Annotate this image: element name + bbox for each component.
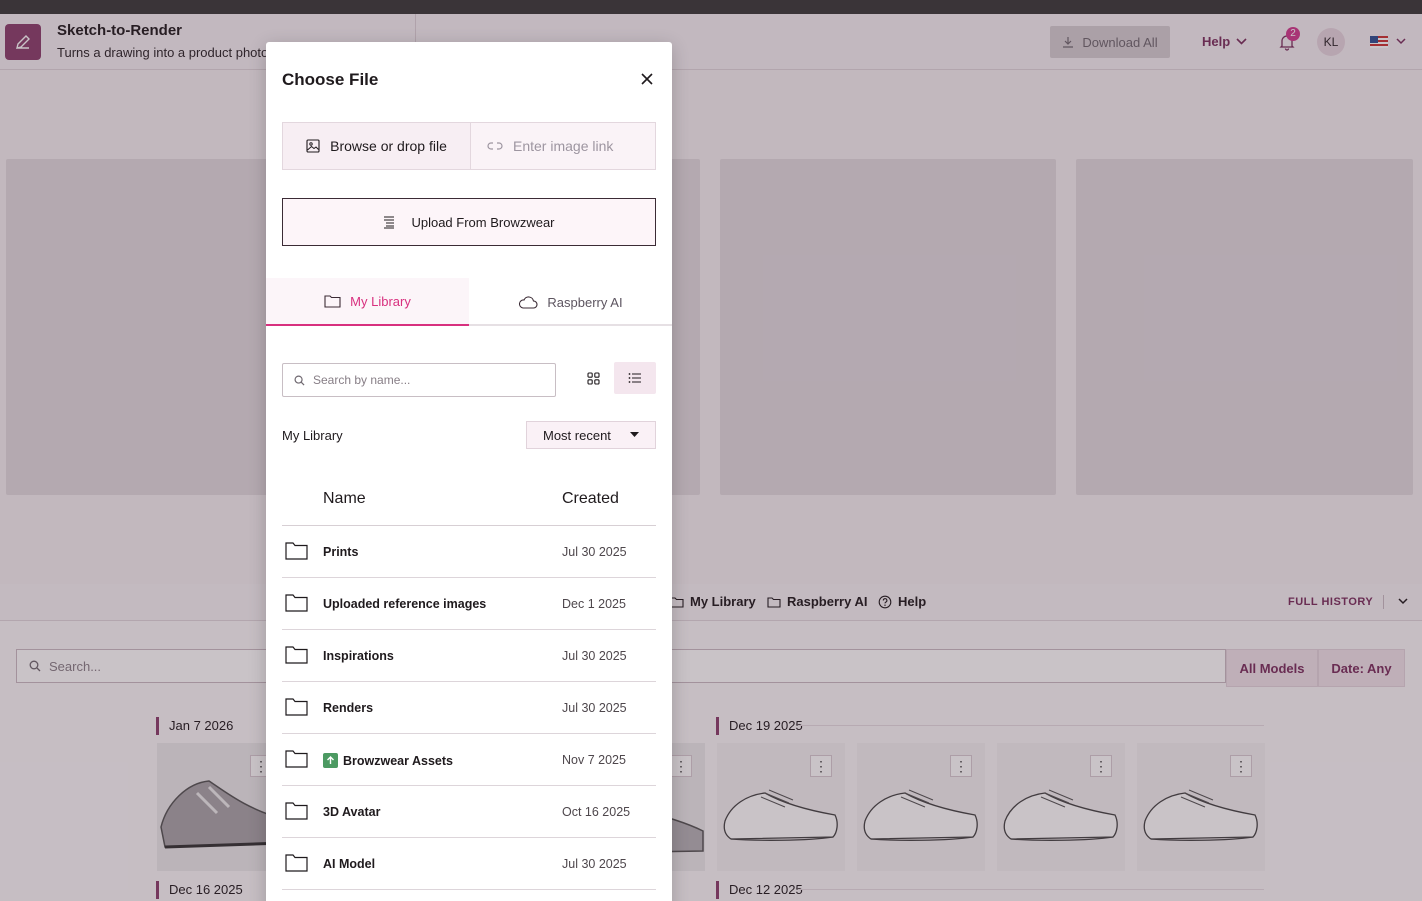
library-search-placeholder: Search by name...	[313, 373, 411, 387]
row-created: Jul 30 2025	[562, 857, 627, 871]
folder-icon	[285, 698, 308, 716]
dialog-title: Choose File	[282, 70, 379, 89]
browzwear-sync-icon	[323, 753, 338, 768]
row-name: Uploaded reference images	[323, 597, 487, 611]
library-heading: My Library	[282, 428, 343, 443]
image-link-placeholder: Enter image link	[513, 138, 614, 154]
row-created: Jul 30 2025	[562, 701, 627, 715]
row-created: Nov 7 2025	[562, 753, 626, 767]
library-tabs: My Library Raspberry AI	[266, 278, 672, 326]
table-row[interactable]: Browzwear Assets Nov 7 2025	[282, 734, 656, 786]
table-row[interactable]: Renders Jul 30 2025	[282, 682, 656, 734]
row-created: Dec 1 2025	[562, 597, 626, 611]
sort-label: Most recent	[543, 427, 611, 443]
folder-icon	[285, 594, 308, 612]
sort-dropdown[interactable]: Most recent	[526, 421, 656, 449]
table-row[interactable]: Inspirations Jul 30 2025	[282, 630, 656, 682]
image-icon	[306, 139, 320, 153]
row-name: AI Model	[323, 857, 376, 871]
row-name: 3D Avatar	[323, 805, 381, 819]
list-view-button[interactable]	[614, 362, 656, 394]
browzwear-icon	[384, 216, 395, 229]
tab-raspberry-ai[interactable]: Raspberry AI	[469, 278, 672, 326]
grid-view-button[interactable]	[572, 362, 614, 394]
folder-icon	[285, 750, 308, 768]
row-name: Renders	[323, 701, 374, 715]
caret-down-icon	[630, 432, 639, 437]
choose-file-dialog: Choose File Browse or drop file Enter im…	[266, 42, 672, 901]
grid-icon	[586, 371, 600, 385]
column-header-created[interactable]: Created	[562, 490, 619, 508]
tab-my-library[interactable]: My Library	[266, 278, 469, 326]
tab-raspberry-ai-label: Raspberry AI	[547, 294, 623, 310]
table-row[interactable]: 3D Avatar Oct 16 2025	[282, 786, 656, 838]
tab-my-library-label: My Library	[350, 293, 411, 309]
folder-icon	[285, 854, 308, 872]
link-icon	[487, 142, 503, 150]
table-row[interactable]: Uploaded reference images Dec 1 2025	[282, 578, 656, 630]
table-row[interactable]: AI Model Jul 30 2025	[282, 838, 656, 890]
upload-from-browzwear-label: Upload From Browzwear	[411, 214, 555, 230]
folder-icon	[285, 542, 308, 560]
cloud-icon	[519, 295, 538, 309]
modal-backdrop[interactable]	[0, 0, 1422, 901]
folder-icon	[285, 802, 308, 820]
folder-icon	[324, 295, 341, 308]
row-created: Jul 30 2025	[562, 649, 627, 663]
list-icon	[628, 373, 641, 383]
row-created: Oct 16 2025	[562, 805, 631, 819]
table-row[interactable]: Prints Jul 30 2025	[282, 526, 656, 578]
library-search-input[interactable]: Search by name...	[282, 363, 556, 397]
close-icon	[641, 73, 653, 85]
browse-file-button[interactable]: Browse or drop file	[283, 123, 471, 169]
search-icon	[294, 375, 305, 386]
upload-source-row: Browse or drop file Enter image link	[282, 122, 656, 170]
row-created: Jul 30 2025	[562, 545, 627, 559]
folder-icon	[285, 646, 308, 664]
image-link-input[interactable]: Enter image link	[471, 123, 655, 169]
close-button[interactable]	[638, 70, 656, 88]
column-header-name[interactable]: Name	[323, 490, 366, 508]
upload-from-browzwear-button[interactable]: Upload From Browzwear	[282, 198, 656, 246]
browse-file-label: Browse or drop file	[330, 138, 447, 154]
row-name: Browzwear Assets	[343, 753, 453, 768]
row-name: Prints	[323, 545, 359, 559]
row-name: Inspirations	[323, 649, 394, 663]
